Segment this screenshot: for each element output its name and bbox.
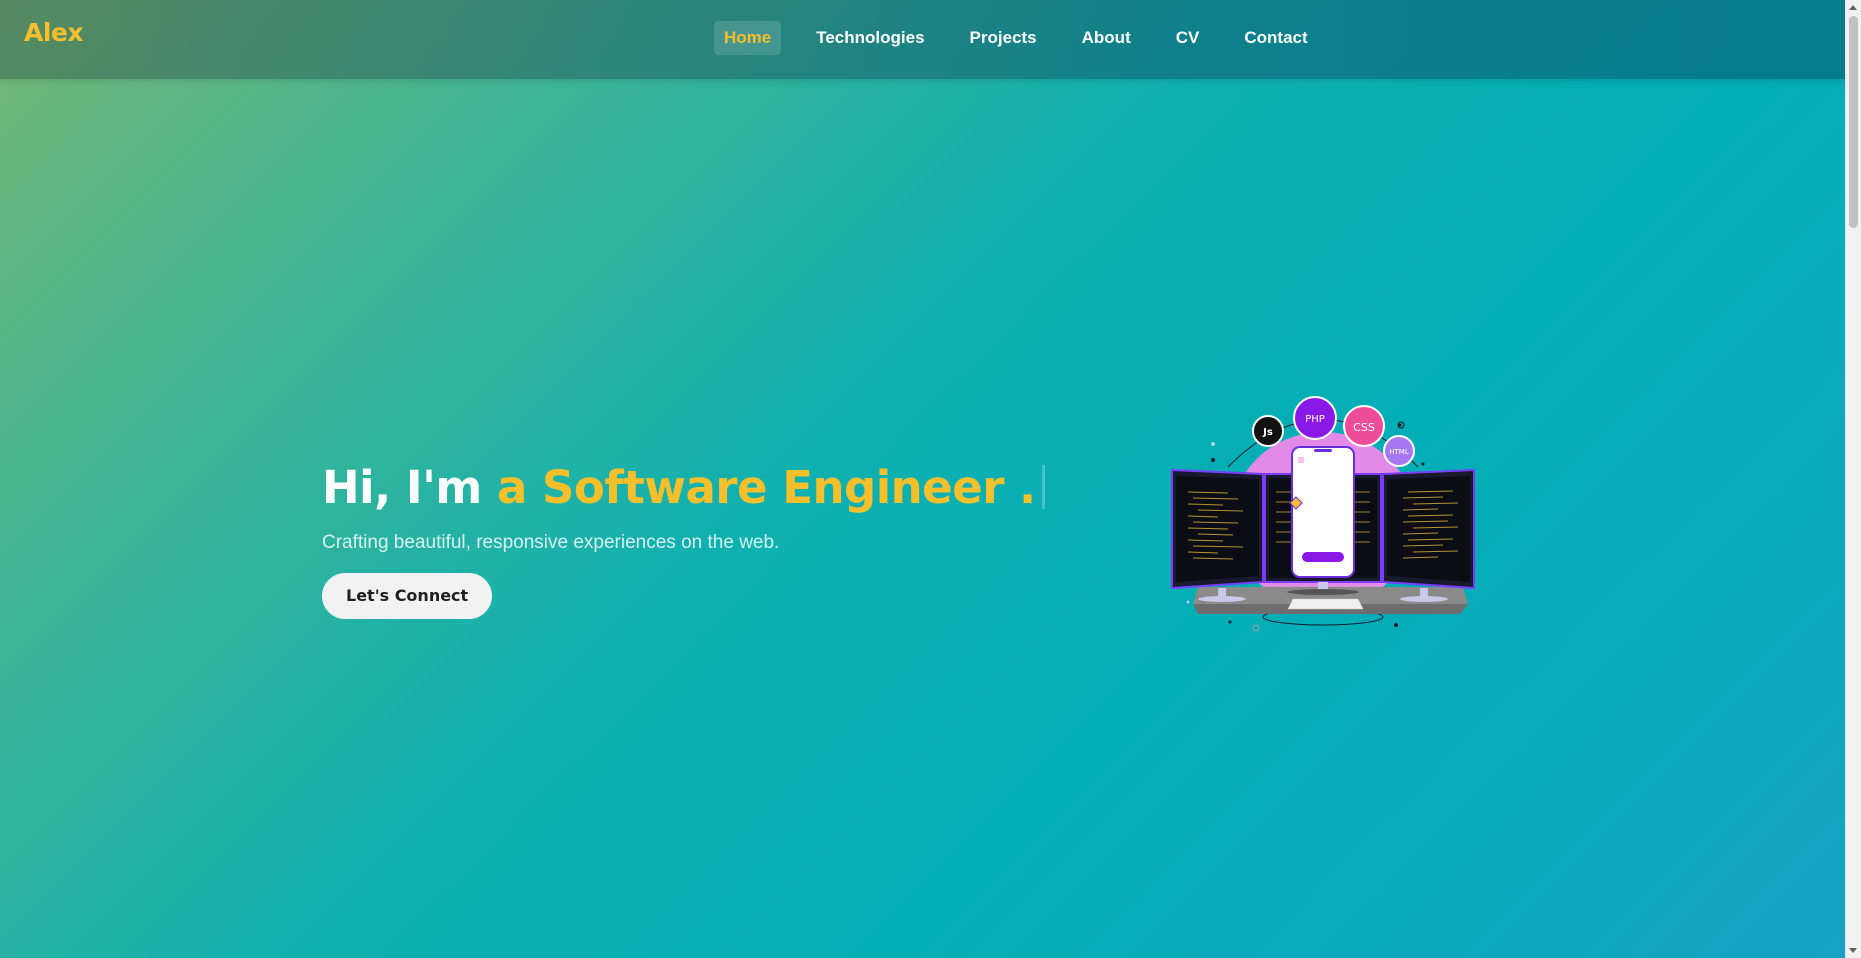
nav-link-about[interactable]: About xyxy=(1072,21,1141,55)
hero-section: Hi, I'm a Software Engineer . Crafting b… xyxy=(322,458,1045,619)
keyboard xyxy=(1287,598,1364,610)
hero-greeting: Hi, I'm xyxy=(322,461,497,514)
typing-cursor xyxy=(1041,465,1045,509)
hero-subtitle: Crafting beautiful, responsive experienc… xyxy=(322,532,780,553)
nav-link-contact[interactable]: Contact xyxy=(1234,21,1317,55)
hero-title: Hi, I'm a Software Engineer . xyxy=(322,458,1045,518)
html-badge-label: HTML xyxy=(1389,448,1409,456)
scroll-down-arrow-icon[interactable] xyxy=(1849,948,1857,953)
nav-links: Home Technologies Projects About CV Cont… xyxy=(714,21,1343,55)
developer-setup-illustration: Js PHP CSS HTML xyxy=(1171,396,1475,632)
css-badge-label: CSS xyxy=(1353,421,1375,434)
nav-link-projects[interactable]: Projects xyxy=(960,21,1047,55)
nav-link-technologies[interactable]: Technologies xyxy=(806,21,934,55)
scroll-up-arrow-icon[interactable] xyxy=(1849,5,1857,10)
navbar: Alex Home Technologies Projects About CV… xyxy=(0,0,1846,79)
nav-link-home[interactable]: Home xyxy=(714,21,782,55)
nav-link-cv[interactable]: CV xyxy=(1166,21,1210,55)
vertical-scrollbar[interactable] xyxy=(1845,0,1861,958)
lets-connect-button[interactable]: Let's Connect xyxy=(322,573,493,619)
hero-role: a Software Engineer . xyxy=(496,461,1036,514)
logo[interactable]: Alex xyxy=(24,18,84,47)
js-badge-label: Js xyxy=(1262,427,1273,438)
page: Alex Home Technologies Projects About CV… xyxy=(0,0,1861,958)
php-badge-label: PHP xyxy=(1305,414,1325,425)
scroll-thumb[interactable] xyxy=(1849,16,1858,228)
